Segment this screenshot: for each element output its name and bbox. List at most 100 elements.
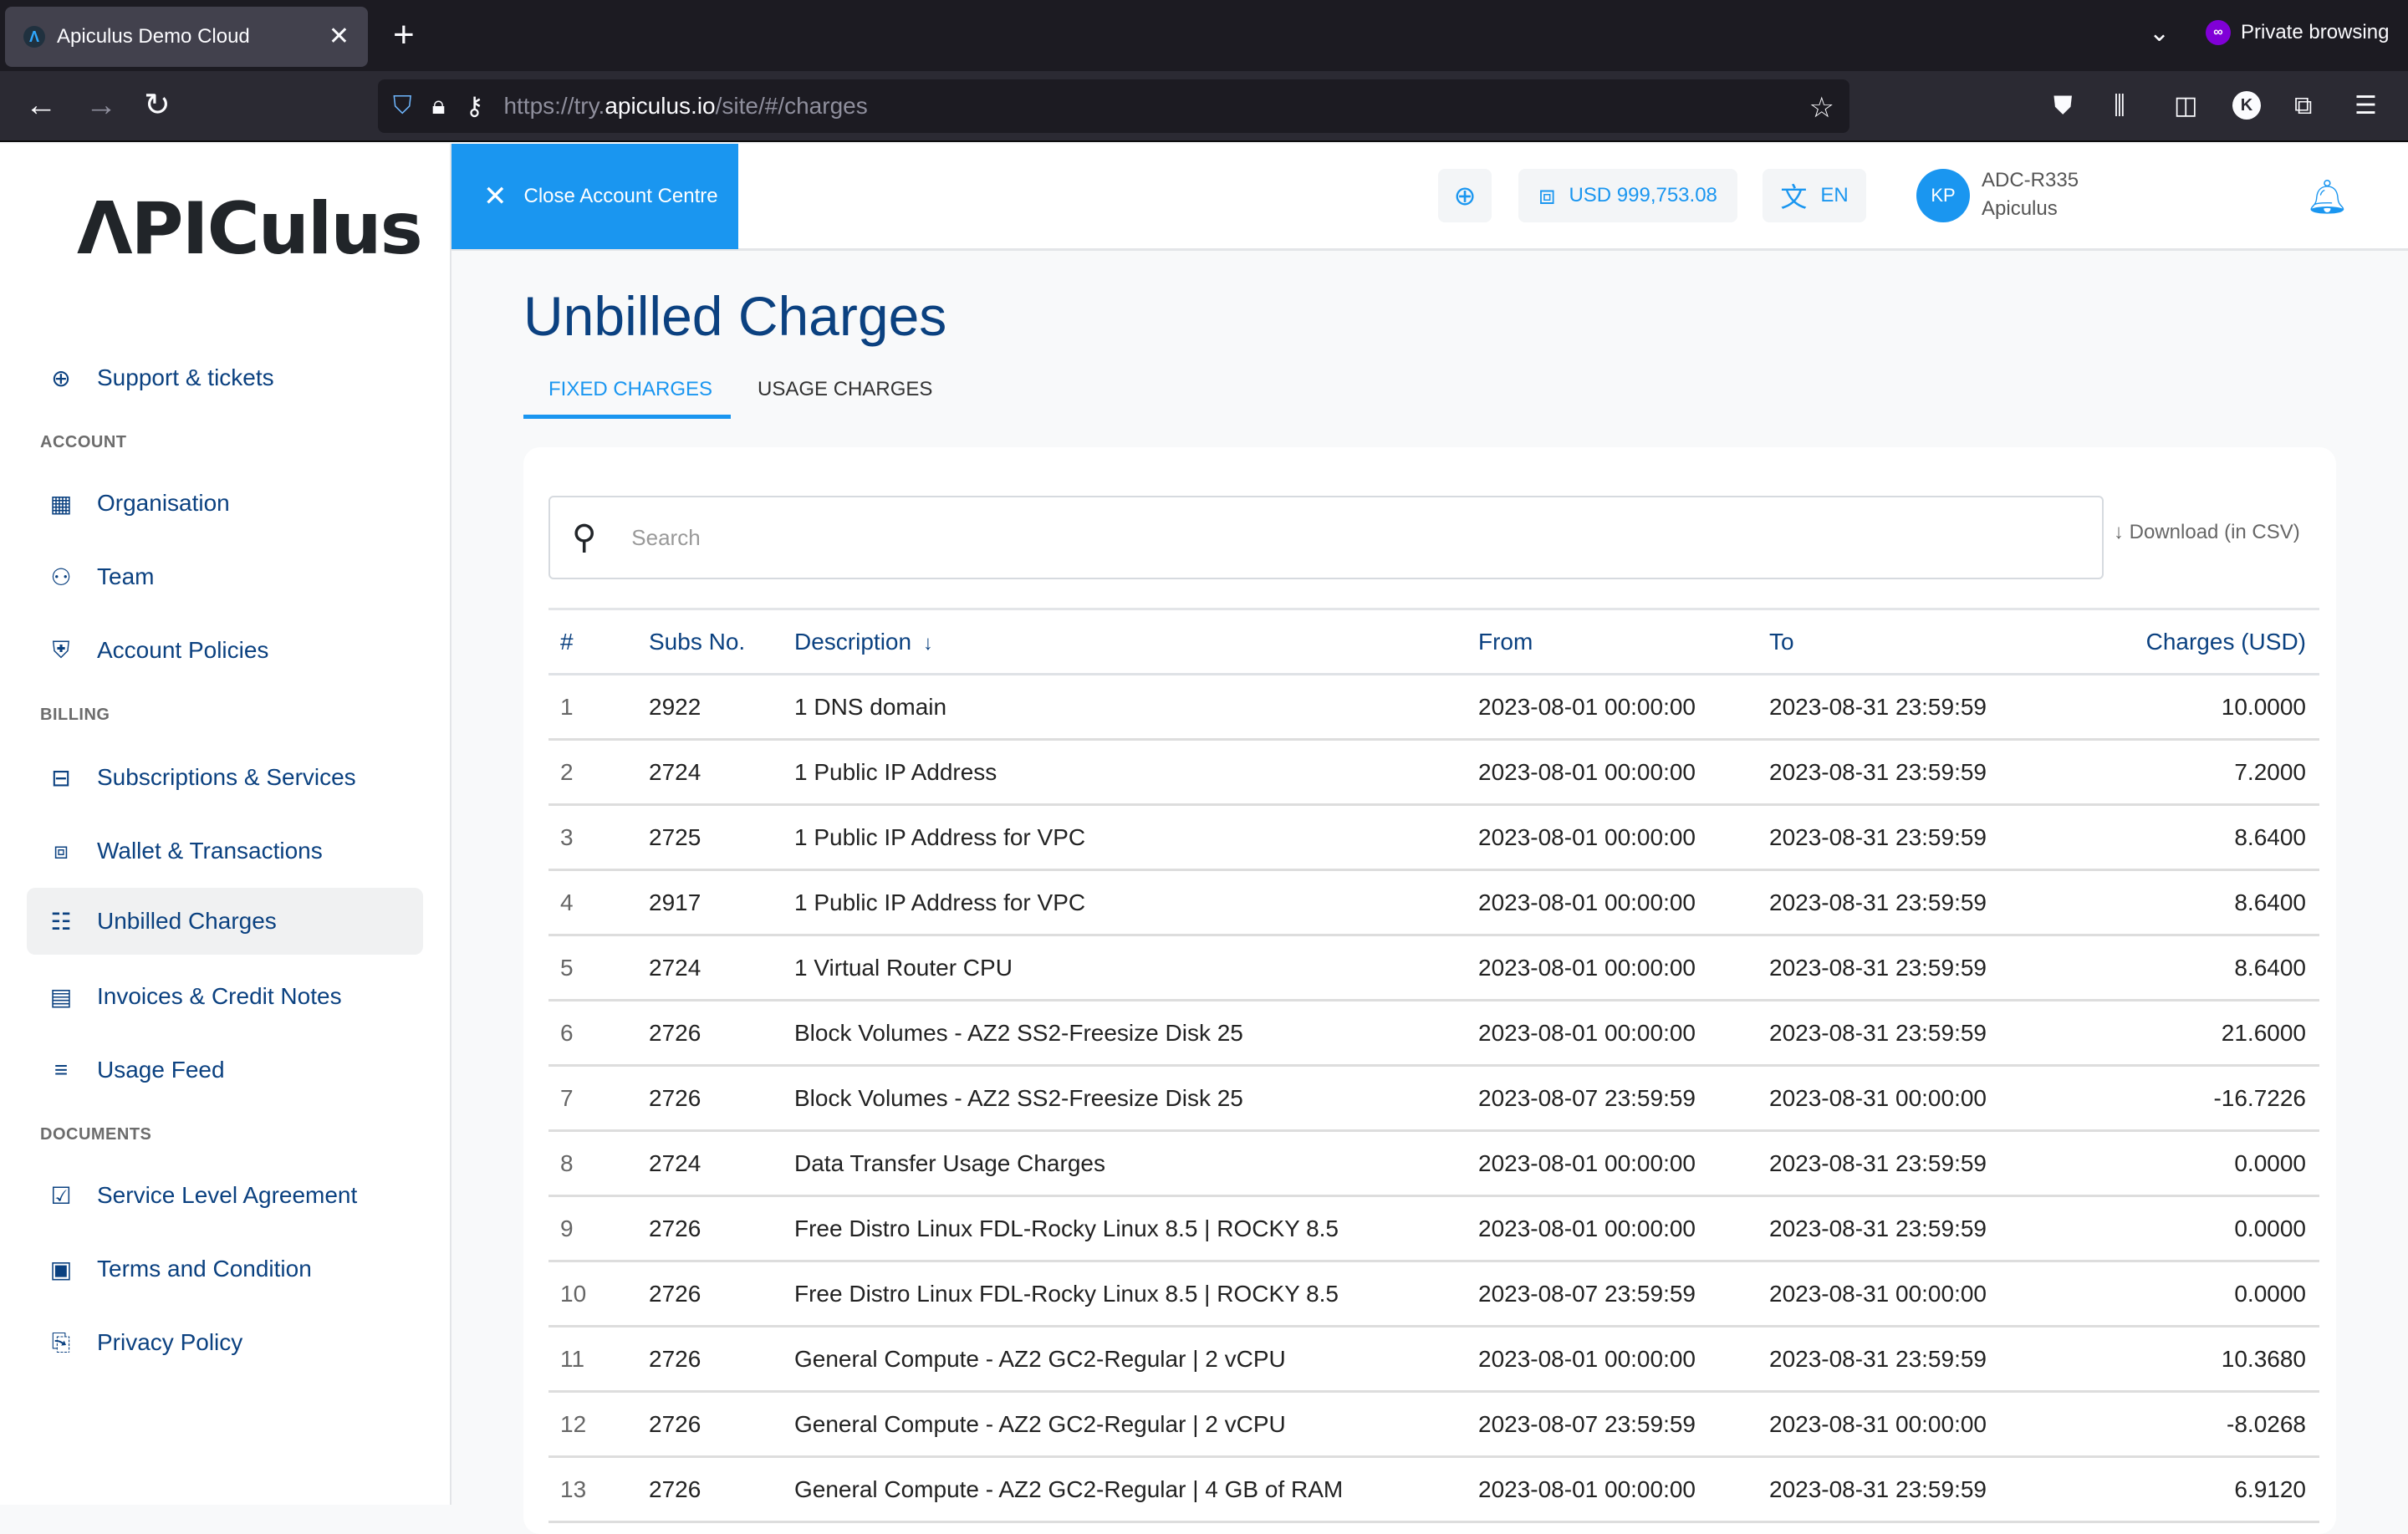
row-index: 10: [548, 1261, 649, 1328]
profile-icon[interactable]: K: [2232, 91, 2261, 120]
sidebar-item-organisation[interactable]: ▦ Organisation: [27, 470, 423, 537]
row-from: 2023-08-01 00:00:00: [1478, 804, 1769, 871]
wallet-balance-button[interactable]: ⧈ USD 999,753.08: [1518, 169, 1737, 222]
sidebar-item-subscriptions[interactable]: ⊟ Subscriptions & Services: [27, 744, 423, 811]
private-mask-icon: ∞: [2206, 20, 2231, 45]
row-charge: -16.7226: [2104, 1065, 2319, 1132]
sidebar-item-support[interactable]: ⊕ Support & tickets: [27, 344, 423, 411]
sidebar-item-label: Invoices & Credit Notes: [97, 983, 342, 1009]
close-account-centre-button[interactable]: ✕ Close Account Centre: [452, 144, 738, 249]
row-to: 2023-08-31 00:00:00: [1769, 1391, 2104, 1458]
sidebar-item-label: Unbilled Charges: [97, 908, 277, 934]
sidebar-item-team[interactable]: ⚇ Team: [27, 543, 423, 610]
row-description: Free Distro Linux FDL-Rocky Linux 8.5 | …: [794, 1195, 1478, 1262]
row-subs-no: 2917: [649, 869, 794, 936]
sidebar-toggle-icon[interactable]: ◫: [2174, 89, 2197, 123]
sidebar-item-sla[interactable]: ☑ Service Level Agreement: [27, 1162, 423, 1229]
url-text[interactable]: https://try.apiculus.io/site/#/charges: [503, 93, 867, 120]
browser-tab[interactable]: Λ Apiculus Demo Cloud ✕: [5, 7, 368, 67]
address-bar[interactable]: ⛉ 🔒︎ ⚷ https://try.apiculus.io/site/#/ch…: [378, 79, 1849, 133]
forward-icon[interactable]: →: [85, 84, 117, 126]
lock-icon[interactable]: 🔒︎: [432, 92, 446, 120]
private-browsing-indicator: ∞ Private browsing: [2206, 20, 2389, 45]
table-row: 11 2726 General Compute - AZ2 GC2-Regular …: [548, 1326, 2319, 1393]
close-tab-icon[interactable]: ✕: [329, 24, 349, 49]
row-description: 1 Public IP Address: [794, 739, 1478, 806]
download-label: Download (in CSV): [2129, 521, 2300, 543]
row-to: 2023-08-31 23:59:59: [1769, 1130, 2104, 1197]
column-header-from[interactable]: From: [1478, 609, 1769, 675]
library-icon[interactable]: ⫼: [2114, 89, 2125, 123]
receipt-icon: ▤: [49, 983, 73, 1010]
column-header-index[interactable]: #: [548, 609, 649, 675]
table-row: 12 2726 General Compute - AZ2 GC2-Regular …: [548, 1391, 2319, 1458]
sidebar-item-label: Service Level Agreement: [97, 1182, 358, 1208]
language-button[interactable]: 文 EN: [1763, 169, 1866, 222]
column-header-charges[interactable]: Charges (USD): [2104, 609, 2319, 675]
column-header-description[interactable]: Description ↓: [794, 609, 1478, 675]
column-header-subs-no[interactable]: Subs No.: [649, 609, 794, 675]
sidebar-item-label: Account Policies: [97, 637, 269, 663]
table-row: 3 2725 1 Public IP Address for VPC 2023-08-…: [548, 804, 2319, 871]
avatar[interactable]: KP: [1916, 169, 1970, 222]
row-charge: 8.6400: [2104, 935, 2319, 1001]
row-subs-no: 2724: [649, 935, 794, 1001]
extensions-icon[interactable]: ⧉: [2294, 89, 2312, 123]
row-to: 2023-08-31 23:59:59: [1769, 1000, 2104, 1067]
back-icon[interactable]: ←: [25, 84, 57, 126]
row-from: 2023-08-07 23:59:59: [1478, 1261, 1769, 1328]
row-to: 2023-08-31 00:00:00: [1769, 1261, 2104, 1328]
row-from: 2023-08-01 00:00:00: [1478, 1195, 1769, 1262]
sidebar-item-label: Support & tickets: [97, 364, 274, 390]
language-label: EN: [1820, 184, 1849, 206]
sidebar: ΛPICulus ⊕ Support & tickets ACCOUNT ▦ O…: [0, 144, 452, 1505]
row-charge: 8.6400: [2104, 869, 2319, 936]
row-charge: 10.3680: [2104, 1326, 2319, 1393]
table-header-row: # Subs No. Description ↓ From To Charges…: [548, 609, 2319, 675]
row-index: 12: [548, 1391, 649, 1458]
sort-arrow-down-icon: ↓: [922, 631, 933, 655]
row-index: 9: [548, 1195, 649, 1262]
sidebar-item-terms[interactable]: ▣ Terms and Condition: [27, 1236, 423, 1302]
row-subs-no: 2726: [649, 1261, 794, 1328]
row-to: 2023-08-31 23:59:59: [1769, 935, 2104, 1001]
pocket-icon[interactable]: ⛊: [2053, 89, 2073, 123]
building-icon: ▦: [49, 490, 73, 517]
search-box[interactable]: ⚲: [548, 496, 2104, 579]
browser-tab-bar: Λ Apiculus Demo Cloud ✕ + ⌄ ∞ Private br…: [0, 0, 2408, 71]
key-icon[interactable]: ⚷: [465, 92, 483, 121]
sidebar-item-privacy[interactable]: ⎘ Privacy Policy: [27, 1309, 423, 1376]
row-from: 2023-08-07 23:59:59: [1478, 1391, 1769, 1458]
row-description: 1 Virtual Router CPU: [794, 935, 1478, 1001]
notification-bell-icon[interactable]: 🔔︎: [2306, 177, 2349, 217]
column-header-to[interactable]: To: [1769, 609, 2104, 675]
row-to: 2023-08-31 23:59:59: [1769, 1195, 2104, 1262]
list-tabs-chevron-icon[interactable]: ⌄: [2149, 18, 2170, 48]
sidebar-item-wallet[interactable]: ⧈ Wallet & Transactions: [27, 818, 423, 884]
support-button[interactable]: ⊕: [1438, 169, 1492, 222]
row-subs-no: 2725: [649, 804, 794, 871]
sidebar-item-account-policies[interactable]: ⛨ Account Policies: [27, 617, 423, 684]
row-description: 1 Public IP Address for VPC: [794, 869, 1478, 936]
sidebar-item-label: Team: [97, 563, 155, 589]
bookmark-star-icon[interactable]: ☆: [1809, 91, 1834, 125]
menu-icon[interactable]: ☰: [2354, 89, 2377, 123]
new-tab-button[interactable]: +: [393, 15, 415, 55]
row-subs-no: 2726: [649, 1391, 794, 1458]
row-charge: 21.6000: [2104, 1000, 2319, 1067]
reload-icon[interactable]: ↻: [144, 84, 171, 126]
search-input[interactable]: [631, 524, 2053, 551]
account-info[interactable]: ADC-R335 Apiculus: [1982, 169, 2079, 221]
row-description: Data Transfer Usage Charges: [794, 1130, 1478, 1197]
sidebar-item-invoices[interactable]: ▤ Invoices & Credit Notes: [27, 963, 423, 1030]
sidebar-item-usage-feed[interactable]: ≡ Usage Feed: [27, 1037, 423, 1103]
table-row: 7 2726 Block Volumes - AZ2 SS2-Freesize Di…: [548, 1065, 2319, 1132]
tab-fixed-charges[interactable]: FIXED CHARGES: [548, 378, 712, 401]
apiculus-logo[interactable]: ΛPICulus: [77, 187, 423, 271]
row-charge: 10.0000: [2104, 674, 2319, 741]
sidebar-item-unbilled-charges[interactable]: ☷ Unbilled Charges: [27, 888, 423, 955]
tracking-shield-icon[interactable]: ⛉: [393, 92, 412, 120]
tab-usage-charges[interactable]: USAGE CHARGES: [758, 378, 932, 401]
table-row: 1 2922 1 DNS domain 2023-08-01 00:00:00 2023…: [548, 674, 2319, 741]
download-csv-button[interactable]: ↓ Download (in CSV): [2114, 521, 2300, 544]
